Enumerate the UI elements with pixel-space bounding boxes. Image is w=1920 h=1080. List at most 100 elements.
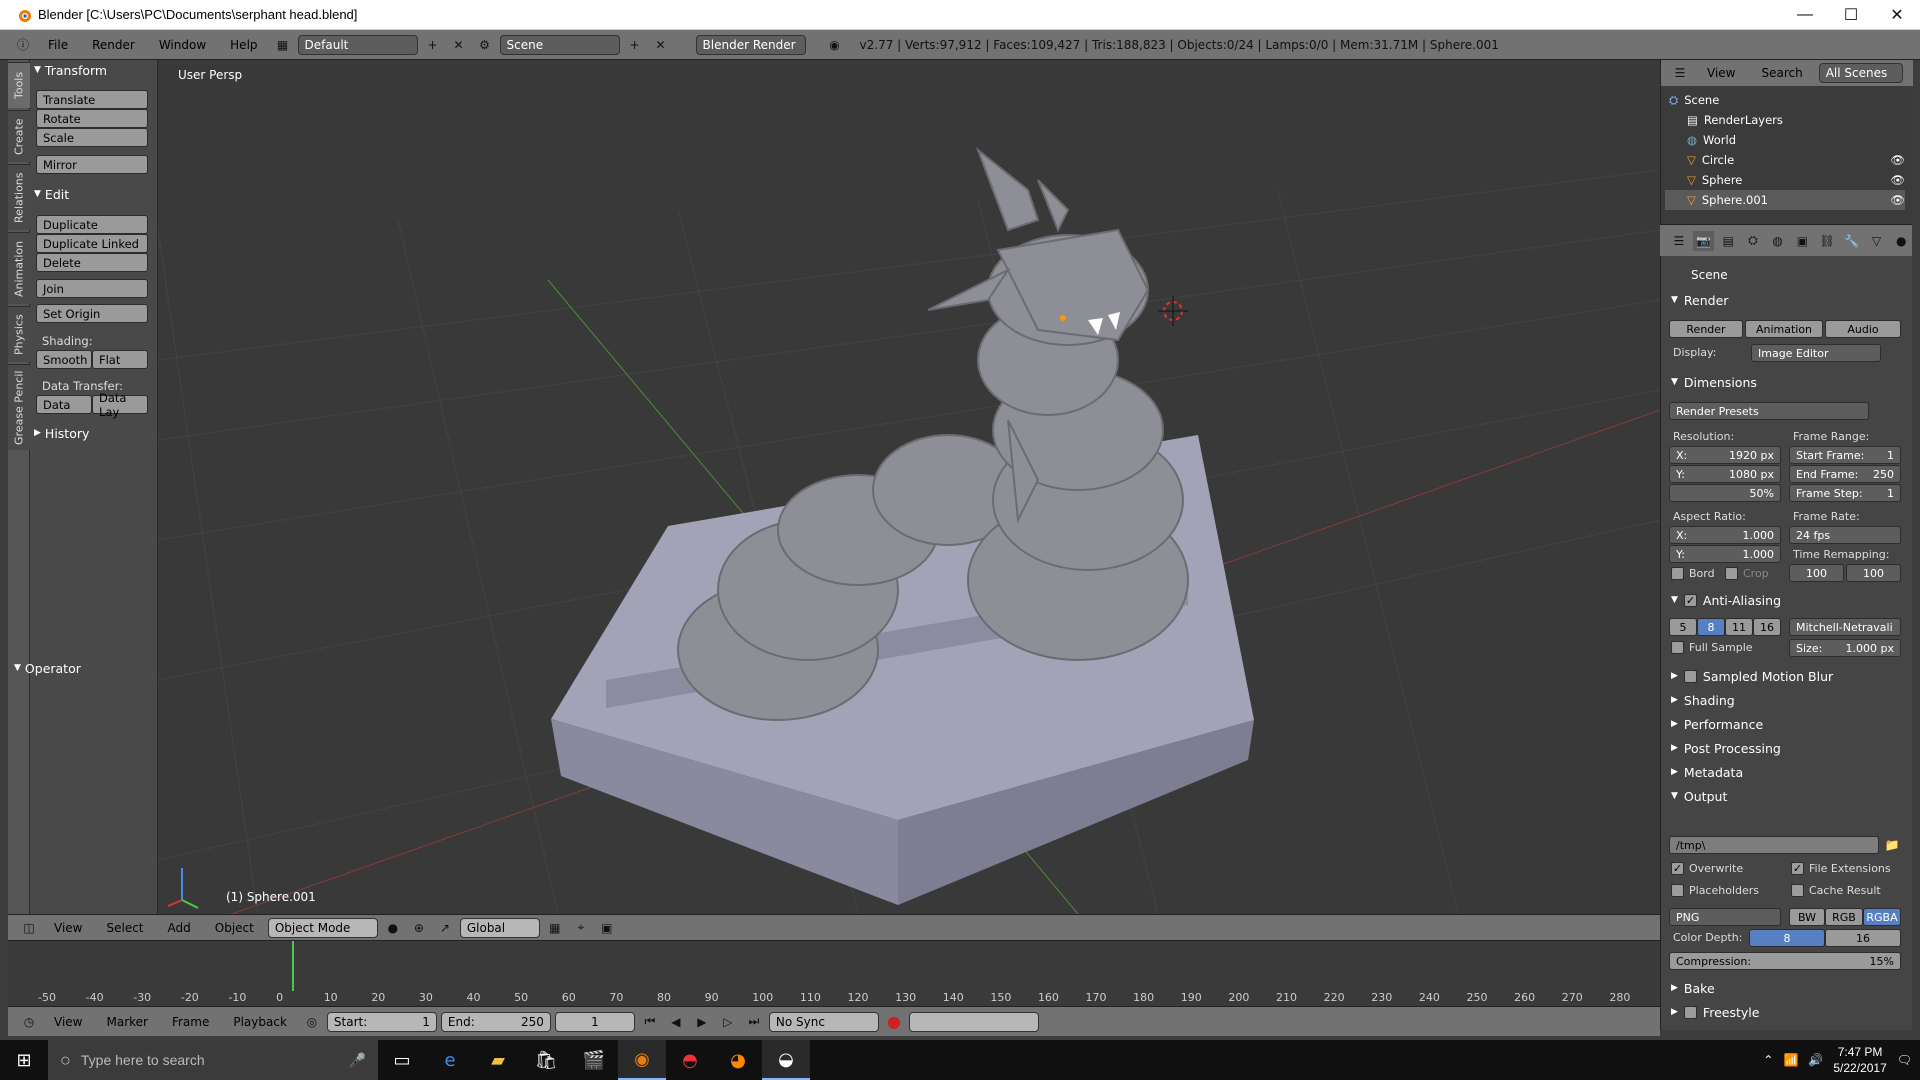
blender-window-icon[interactable]: ◒ [762,1040,810,1080]
manipulator-icon[interactable]: ↗ [434,918,456,938]
menu-window[interactable]: Window [149,38,216,52]
windows-start-icon[interactable]: ⊞ [0,1040,48,1080]
data-tab-icon[interactable]: ▽ [1866,231,1888,251]
folder-icon[interactable]: 📁 [1881,835,1903,855]
3d-viewport[interactable]: User Persp (1) Sphere.001 [158,60,1660,914]
freestyle-section-header[interactable]: ▶ Freestyle [1671,1002,1901,1022]
join-button[interactable]: Join [36,279,148,298]
scene-tab-icon[interactable]: ⛭ [1742,231,1764,251]
data-button[interactable]: Data [36,395,92,414]
outliner-row-sphere-001[interactable]: ▽ Sphere.001 👁 [1665,190,1905,210]
maximize-button[interactable]: ☐ [1828,0,1874,30]
menu-object[interactable]: Object [205,921,264,935]
media-app-icon[interactable]: 🎬 [570,1040,618,1080]
remove-layout-icon[interactable]: ✕ [448,35,470,55]
outliner-row-sphere[interactable]: ▽ Sphere 👁 [1665,170,1905,190]
wifi-icon[interactable]: 📶 [1783,1053,1798,1067]
panel-transform-header[interactable]: ▼ Transform [34,60,152,80]
menu-playback[interactable]: Playback [223,1015,297,1029]
microphone-icon[interactable]: 🎤 [349,1052,366,1069]
mirror-button[interactable]: Mirror [36,155,148,174]
object-tab-icon[interactable]: ▣ [1792,231,1814,251]
visibility-eye-icon[interactable]: 👁 [1890,173,1905,187]
play-icon[interactable]: ▶ [691,1012,713,1032]
menu-view[interactable]: View [44,1015,92,1029]
translate-button[interactable]: Translate [36,90,148,109]
menu-marker[interactable]: Marker [96,1015,157,1029]
scene-icon[interactable]: ⚙ [474,35,496,55]
smooth-button[interactable]: Smooth [36,350,92,369]
panel-history-header[interactable]: ▶ History [34,423,152,443]
close-button[interactable]: ✕ [1874,0,1920,30]
world-tab-icon[interactable]: ◍ [1767,231,1789,251]
mode-select[interactable]: Object Mode [267,917,378,938]
blender-taskbar-icon[interactable]: ◉ [618,1040,666,1080]
minimize-button[interactable]: — [1782,0,1828,30]
aa-samples-5[interactable]: 5 [1669,618,1697,636]
editor-type-icon[interactable]: ◫ [18,918,40,938]
freestyle-checkbox[interactable] [1683,1005,1697,1019]
menu-file[interactable]: File [38,38,78,52]
aa-samples-16[interactable]: 16 [1753,618,1781,636]
delete-button[interactable]: Delete [36,253,148,272]
jump-start-icon[interactable]: ⏮ [639,1012,661,1032]
menu-view[interactable]: View [44,921,92,935]
depth-8-button[interactable]: 8 [1749,929,1825,947]
panel-edit-header[interactable]: ▼ Edit [34,184,152,204]
current-frame-marker[interactable] [292,941,294,991]
prev-keyframe-icon[interactable]: ◀ [665,1012,687,1032]
pivot-icon[interactable]: ⊕ [408,918,430,938]
tab-tools[interactable]: Tools [8,62,30,108]
aspect-y-field[interactable]: Y: 1.000 [1669,545,1781,563]
tab-relations[interactable]: Relations [8,164,30,230]
dimensions-section-header[interactable]: ▼ Dimensions [1671,372,1901,392]
layout-grid-icon[interactable]: ▦ [272,35,294,55]
layout-select[interactable]: Default [297,34,418,55]
remap-old-field[interactable]: 100 [1789,564,1844,582]
aa-samples-8[interactable]: 8 [1697,618,1725,636]
taskbar-search-box[interactable]: ○ Type here to search 🎤 [48,1040,378,1080]
clock[interactable]: 7:47 PM 5/22/2017 [1833,1044,1886,1076]
render-engine-select[interactable]: Blender Render [695,34,806,55]
output-path-field[interactable]: /tmp\ [1669,836,1879,854]
anti-aliasing-section-header[interactable]: ▼ ✓ Anti-Aliasing [1671,590,1901,610]
aa-samples-11[interactable]: 11 [1725,618,1753,636]
output-section-header[interactable]: ▼ Output [1671,786,1901,806]
outliner-row-scene[interactable]: ⛭ Scene [1665,90,1905,110]
remap-new-field[interactable]: 100 [1846,564,1901,582]
task-view-icon[interactable]: ▭ [378,1040,426,1080]
end-frame-field[interactable]: End Frame: 250 [1789,465,1901,483]
resolution-y-field[interactable]: Y: 1080 px [1669,465,1781,483]
depth-16-button[interactable]: 16 [1825,929,1901,947]
tab-grease-pencil[interactable]: Grease Pencil [8,364,30,450]
crop-checkbox[interactable] [1725,567,1738,580]
full-sample-checkbox[interactable] [1671,641,1684,654]
record-icon[interactable]: ⬤ [883,1012,905,1032]
end-frame-field[interactable]: End: 250 [440,1011,551,1032]
menu-add[interactable]: Add [158,921,201,935]
frame-step-field[interactable]: Frame Step: 1 [1789,484,1901,502]
tab-create[interactable]: Create [8,110,30,162]
bw-button[interactable]: BW [1789,908,1825,926]
notifications-icon[interactable]: 🗨 [1897,1053,1912,1067]
remove-scene-icon[interactable]: ✕ [650,35,672,55]
timeline-area[interactable]: -50 -40 -30 -20 -10 0 10 20 30 40 50 60 70 80 90 100 110… [8,940,1660,1016]
visibility-eye-icon[interactable]: 👁 [1890,153,1905,167]
jump-end-icon[interactable]: ⏭ [743,1012,765,1032]
preview-range-icon[interactable]: ◎ [301,1012,323,1032]
tab-animation[interactable]: Animation [8,232,30,304]
start-frame-field[interactable]: Start: 1 [326,1011,437,1032]
flat-button[interactable]: Flat [92,350,148,369]
resolution-percent-slider[interactable]: 50% [1669,484,1781,502]
outliner-editor-icon[interactable]: ☰ [1669,63,1691,83]
menu-help[interactable]: Help [220,38,267,52]
resolution-x-field[interactable]: X: 1920 px [1669,446,1781,464]
outliner-row-world[interactable]: ◍ World [1665,130,1905,150]
store-icon[interactable]: 🛍 [522,1040,570,1080]
pokeball-app-icon[interactable]: ◓ [666,1040,714,1080]
render-layers-tab-icon[interactable]: ▤ [1717,231,1739,251]
compression-slider[interactable]: Compression: 15% [1669,952,1901,970]
rgba-button[interactable]: RGBA [1863,908,1901,926]
next-keyframe-icon[interactable]: ▷ [717,1012,739,1032]
motion-blur-section-header[interactable]: ▶ Sampled Motion Blur [1671,666,1901,686]
